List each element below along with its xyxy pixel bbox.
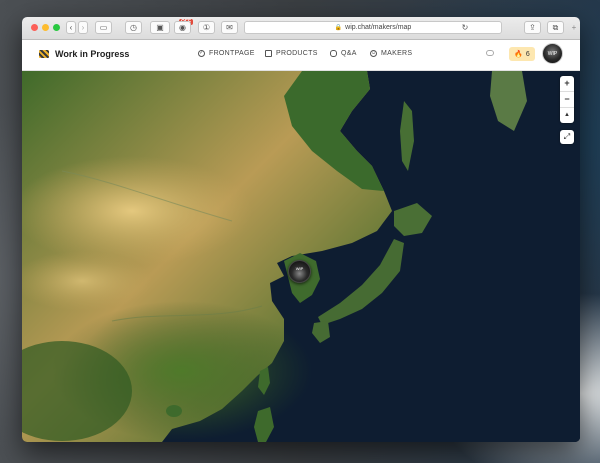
mail-icon[interactable]: ✉ <box>221 21 238 34</box>
avatar-text: WIP <box>547 50 558 57</box>
close-window-button[interactable] <box>31 24 38 31</box>
chat-icon[interactable] <box>486 50 494 56</box>
forward-button[interactable]: › <box>78 21 88 34</box>
construction-logo-icon[interactable] <box>39 50 49 58</box>
nav-products[interactable]: PRODUCTS <box>265 50 318 57</box>
compass-button[interactable]: ▲ <box>560 108 574 123</box>
maker-map-marker[interactable]: WIP <box>288 260 311 283</box>
makers-map[interactable]: + − ▲ ⤢ WIP <box>22 71 580 442</box>
new-tab-button[interactable]: + <box>568 21 580 34</box>
zoom-in-button[interactable]: + <box>560 76 574 92</box>
history-icon[interactable]: ◷ <box>125 21 142 34</box>
browser-window: ‹ › ▭ ◷ ▣ OFF ◉ ① ✉ 🔒 wip.chat/makers/ma… <box>22 17 580 442</box>
site-header: Work in Progress ✓ FRONTPAGE PRODUCTS Q&… <box>22 40 580 71</box>
share-button[interactable]: ⇪ <box>524 21 541 34</box>
nav-makers-label: MAKERS <box>381 50 413 57</box>
nav-qa[interactable]: Q&A <box>330 50 357 57</box>
browser-toolbar: ‹ › ▭ ◷ ▣ OFF ◉ ① ✉ 🔒 wip.chat/makers/ma… <box>22 17 580 40</box>
sidebar-toggle-button[interactable]: ▭ <box>95 21 112 34</box>
maximize-window-button[interactable] <box>53 24 60 31</box>
nav-products-label: PRODUCTS <box>276 50 318 57</box>
minimize-window-button[interactable] <box>42 24 49 31</box>
marker-label: WIP <box>295 266 304 271</box>
smiley-icon: ☺ <box>370 50 377 57</box>
brand-name[interactable]: Work in Progress <box>55 49 129 59</box>
nav-frontpage-label: FRONTPAGE <box>209 50 255 57</box>
check-circle-icon: ✓ <box>198 50 205 57</box>
tabs-overview-button[interactable]: ⧉ <box>547 21 564 34</box>
nav-makers[interactable]: ☺ MAKERS <box>370 50 412 57</box>
flame-icon: 🔥 <box>514 51 523 58</box>
nav-qa-label: Q&A <box>341 50 357 57</box>
fullscreen-button[interactable]: ⤢ <box>560 130 574 144</box>
back-button[interactable]: ‹ <box>66 21 76 34</box>
nav-frontpage[interactable]: ✓ FRONTPAGE <box>198 50 255 57</box>
zoom-out-button[interactable]: − <box>560 92 574 108</box>
zoom-controls: + − ▲ <box>560 76 574 123</box>
lock-icon: 🔒 <box>334 25 343 31</box>
user-avatar[interactable]: WIP <box>542 43 563 64</box>
address-url: wip.chat/makers/map <box>345 24 412 31</box>
extension-icon[interactable]: ◉ <box>174 21 191 34</box>
streak-badge[interactable]: 🔥 6 <box>509 47 535 61</box>
reload-icon[interactable]: ↻ <box>460 21 470 34</box>
onepassword-icon[interactable]: ① <box>198 21 215 34</box>
adblock-extension-button[interactable]: ▣ <box>150 21 170 34</box>
cube-icon <box>265 50 272 57</box>
streak-count: 6 <box>525 50 530 58</box>
chat-bubbles-icon <box>330 50 337 57</box>
satellite-map-image <box>22 71 580 442</box>
